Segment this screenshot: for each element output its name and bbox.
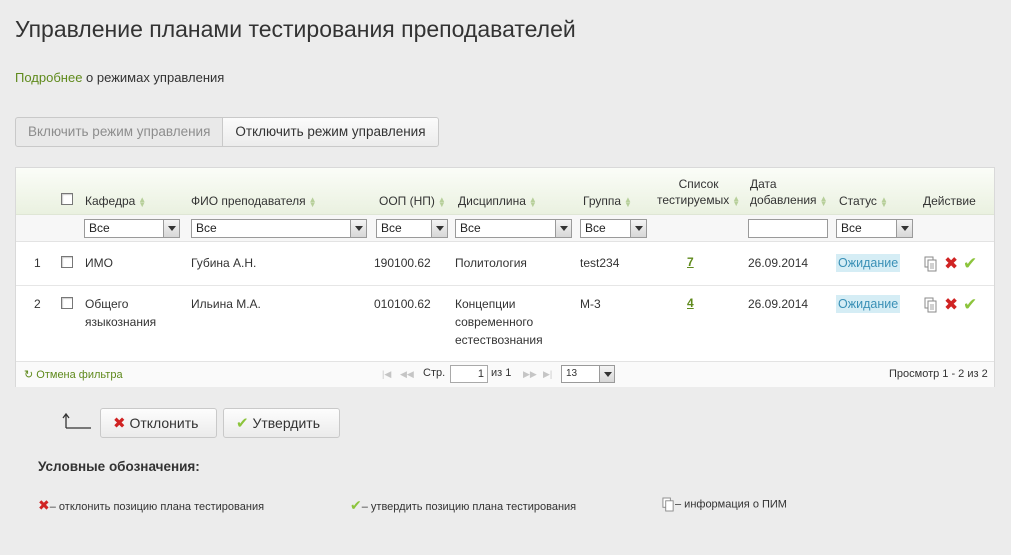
- document-icon: [662, 497, 674, 512]
- document-icon[interactable]: [924, 297, 938, 316]
- column-header-tested-list-line2: тестируемых: [657, 193, 730, 207]
- cross-icon: ✖: [113, 415, 126, 432]
- chevron-down-icon: [350, 220, 366, 237]
- row-teacher: Ильина М.А.: [191, 297, 261, 311]
- filter-oop-select[interactable]: Все: [376, 219, 448, 238]
- chevron-down-icon: [163, 220, 179, 237]
- first-page-icon[interactable]: |◀: [382, 369, 391, 380]
- select-all-checkbox[interactable]: [61, 193, 73, 205]
- row-oop: 190100.62: [374, 256, 431, 270]
- legend-reject: ✖– отклонить позицию плана тестирования: [38, 497, 265, 513]
- sort-arrows-icon: ▲ ▼: [624, 194, 632, 209]
- row-department: Общего языкознания: [85, 297, 157, 329]
- view-info: Просмотр 1 - 2 из 2: [889, 368, 988, 380]
- row-teacher: Губина А.Н.: [191, 256, 257, 270]
- checkmark-icon[interactable]: ✔: [963, 296, 977, 313]
- cross-icon[interactable]: ✖: [944, 255, 958, 272]
- legend-title: Условные обозначения:: [38, 459, 200, 474]
- status-badge: Ожидание: [836, 254, 901, 272]
- checkmark-icon[interactable]: ✔: [963, 255, 977, 272]
- column-header-action: Действие: [923, 194, 976, 208]
- row-date: 26.09.2014: [748, 256, 809, 270]
- cross-icon: ✖: [38, 497, 50, 513]
- column-header-teacher[interactable]: ФИО преподавателя ▲ ▼: [191, 193, 317, 209]
- chevron-down-icon: [896, 220, 912, 237]
- plans-grid: Кафедра ▲ ▼ ФИО преподавателя ▲ ▼ ООП (НП) ▲ ▼…: [15, 167, 995, 387]
- page-number-input[interactable]: 1: [450, 365, 488, 383]
- cross-icon[interactable]: ✖: [944, 296, 958, 313]
- disable-mode-button[interactable]: Отключить режим управления: [223, 117, 439, 147]
- tested-count-link[interactable]: 4: [687, 296, 694, 310]
- sort-arrows-icon: ▲ ▼: [819, 193, 828, 208]
- sort-arrows-icon: ▲ ▼: [138, 194, 147, 209]
- row-group: М-3: [580, 297, 601, 311]
- chevron-down-icon: [599, 366, 614, 382]
- column-header-date-line2: добавления: [750, 193, 817, 207]
- column-header-oop[interactable]: ООП (НП) ▲ ▼: [379, 193, 446, 209]
- prev-page-icon[interactable]: ◀◀: [400, 369, 414, 380]
- column-header-tested-list[interactable]: Список тестируемых ▲ ▼: [657, 176, 740, 208]
- return-arrow-icon: [62, 412, 92, 433]
- filter-department-select[interactable]: Все: [84, 219, 180, 238]
- reject-button[interactable]: ✖ Отклонить: [100, 408, 217, 438]
- mode-switch: Включить режим управления Отключить режи…: [15, 117, 439, 147]
- refresh-icon: ↻: [24, 369, 37, 381]
- legend-approve: ✔– утвердить позицию плана тестирования: [350, 497, 577, 513]
- reset-filter-link[interactable]: ↻ Отмена фильтра: [24, 368, 123, 381]
- more-info-line: Подробнее о режимах управления: [15, 70, 224, 85]
- chevron-down-icon: [555, 220, 571, 237]
- row-group: test234: [580, 256, 620, 270]
- row-number: 1: [34, 256, 41, 270]
- filter-teacher-select[interactable]: Все: [191, 219, 367, 238]
- row-checkbox[interactable]: [61, 256, 73, 268]
- chevron-down-icon: [630, 220, 646, 237]
- chevron-down-icon: [431, 220, 447, 237]
- sort-arrows-icon: ▲ ▼: [528, 194, 537, 209]
- tested-count-link[interactable]: 7: [687, 255, 694, 269]
- column-header-discipline[interactable]: Дисциплина ▲ ▼: [458, 193, 537, 209]
- filter-discipline-select[interactable]: Все: [455, 219, 572, 238]
- status-badge: Ожидание: [836, 295, 901, 313]
- column-header-department[interactable]: Кафедра ▲ ▼: [85, 193, 146, 209]
- row-date: 26.09.2014: [748, 297, 809, 311]
- page-size-select[interactable]: 13: [561, 365, 615, 383]
- row-department: ИМО: [85, 256, 113, 270]
- column-header-group[interactable]: Группа ▲ ▼: [583, 193, 632, 209]
- more-info-link[interactable]: Подробнее: [15, 70, 82, 85]
- page-count: из 1: [491, 367, 512, 379]
- enable-mode-button[interactable]: Включить режим управления: [15, 117, 224, 147]
- column-header-tested-list-line1: Список: [678, 177, 719, 191]
- row-discipline: Политология: [455, 256, 527, 270]
- column-header-status[interactable]: Статус ▲ ▼: [839, 193, 888, 209]
- next-page-icon[interactable]: ▶▶: [523, 369, 537, 380]
- sort-arrows-icon: ▲ ▼: [732, 193, 741, 208]
- last-page-icon[interactable]: ▶|: [543, 369, 552, 380]
- page-label: Стр.: [423, 367, 446, 379]
- page-title: Управление планами тестирования преподав…: [15, 16, 576, 42]
- sort-arrows-icon: ▲ ▼: [308, 194, 317, 209]
- filter-status-select[interactable]: Все: [836, 219, 913, 238]
- sort-arrows-icon: ▲ ▼: [879, 194, 888, 209]
- row-checkbox[interactable]: [61, 297, 73, 309]
- checkmark-icon: ✔: [350, 497, 362, 513]
- document-icon[interactable]: [924, 256, 938, 275]
- approve-button[interactable]: ✔ Утвердить: [223, 408, 340, 438]
- checkmark-icon: ✔: [236, 415, 249, 432]
- column-header-date-line1: Дата: [750, 177, 777, 191]
- row-number: 2: [34, 297, 41, 311]
- legend-info: – информация о ПИМ: [662, 497, 787, 512]
- more-info-text: о режимах управления: [82, 70, 225, 85]
- sort-arrows-icon: ▲ ▼: [437, 194, 446, 209]
- filter-date-input[interactable]: [748, 219, 828, 238]
- column-header-date[interactable]: Дата добавления ▲ ▼: [750, 176, 827, 208]
- filter-group-select[interactable]: Все: [580, 219, 647, 238]
- row-discipline: Концепции современного естествознания: [455, 297, 543, 347]
- row-oop: 010100.62: [374, 297, 431, 311]
